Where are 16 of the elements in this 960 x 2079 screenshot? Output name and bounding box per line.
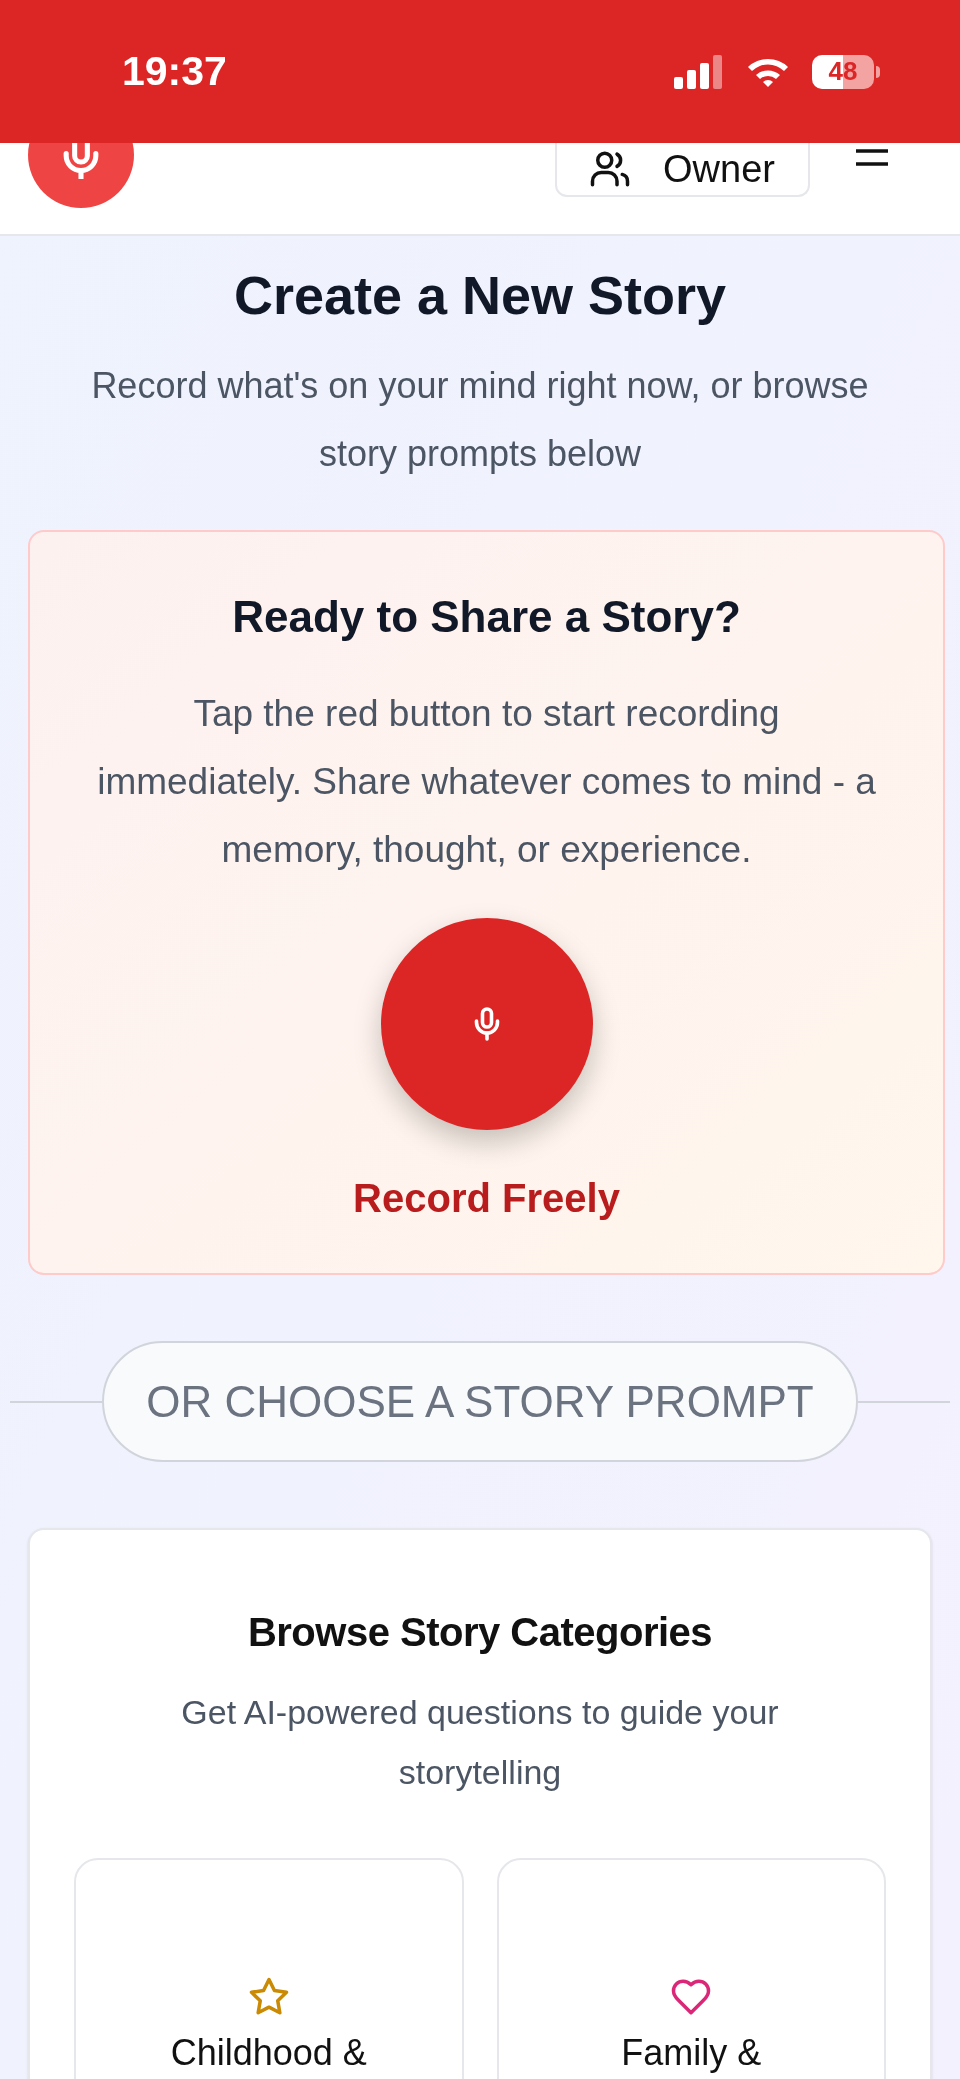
categories-subtitle: Get AI-powered questions to guide your storytelling xyxy=(180,1692,780,1793)
status-time: 19:37 xyxy=(122,46,227,96)
signal-icon xyxy=(674,54,724,89)
categories-title: Browse Story Categories xyxy=(247,1609,713,1656)
category-title: Childhood & xyxy=(170,2031,367,2075)
divider-label: OR CHOOSE A STORY PROMPT xyxy=(102,1341,858,1462)
record-label: Record Freely xyxy=(353,1175,620,1222)
account-button[interactable]: Owner xyxy=(555,143,810,197)
card-title: Ready to Share a Story? xyxy=(232,591,741,643)
category-card[interactable]: Childhood & xyxy=(74,1858,464,2079)
page-title: Create a New Story xyxy=(233,264,727,327)
battery-level: 48 xyxy=(828,55,858,88)
category-title: Family & xyxy=(621,2031,762,2075)
card-description: Tap the red button to start recording immediately. Share whatever comes to mind - a memory, thought, or experience. xyxy=(96,692,877,872)
category-card[interactable]: Family & xyxy=(496,1858,886,2079)
page-subtitle: Record what's on your mind right now, or browse story prompts below xyxy=(90,364,870,476)
